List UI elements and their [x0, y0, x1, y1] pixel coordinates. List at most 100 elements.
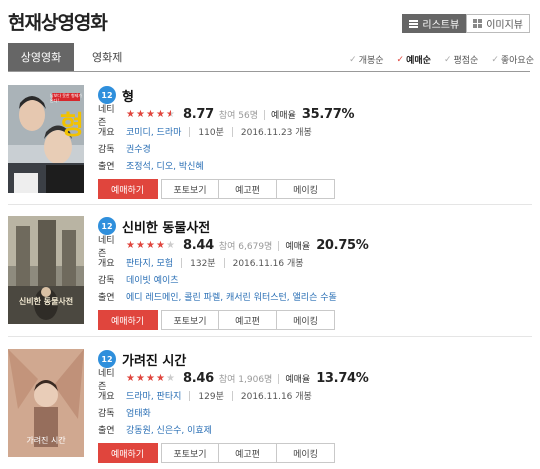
rating-label: 네티즌 [98, 235, 115, 259]
making-button[interactable]: 메이킹 [277, 179, 335, 199]
genre-link[interactable]: 판타지, 모험 [126, 256, 173, 269]
grid-icon [473, 19, 483, 28]
director-link[interactable]: 권수경 [126, 142, 151, 155]
cast-label: 출연 [98, 293, 115, 303]
booking-rate: 20.75% [316, 238, 369, 253]
rating-label: 네티즌 [98, 104, 115, 128]
movie-title[interactable]: 가려진 시간 [122, 350, 186, 369]
check-icon: ✓ [349, 54, 357, 65]
runtime: 129분 [198, 392, 224, 402]
view-toggle: 리스트뷰 이미지뷰 [402, 14, 530, 33]
tab-festival[interactable]: 영화제 [92, 43, 122, 71]
genre-link[interactable]: 드라마, 판타지 [126, 389, 181, 402]
cast-link[interactable]: 에디 레드메인, 콜린 파렐, 캐서린 워터스턴, 앨리슨 수돌 [126, 290, 337, 303]
poster-title: 신비한 동물사전 [18, 297, 74, 306]
page-title: 현재상영영화 [8, 12, 108, 34]
director-label: 감독 [98, 409, 115, 419]
check-icon: ✓ [443, 54, 452, 65]
booking-label: 예매율 [285, 375, 311, 385]
sort-booking-button[interactable]: ✓ 예매순 [396, 53, 431, 67]
image-view-button[interactable]: 이미지뷰 [466, 14, 530, 33]
star-half-icon: ★ [166, 108, 175, 120]
poster-title: 형 [60, 111, 84, 141]
book-button[interactable]: 예매하기 [98, 443, 158, 463]
sort-label: 좋아요순 [500, 56, 534, 66]
trailer-button[interactable]: 예고편 [219, 179, 277, 199]
release-date: 2016.11.16 개봉 [232, 259, 304, 269]
genre-link[interactable]: 코미디, 드라마 [126, 125, 181, 138]
star-icon: ★ [136, 239, 145, 251]
rating-label: 네티즌 [98, 368, 115, 392]
cast-label: 출연 [98, 162, 115, 172]
star-icon: ★ [126, 108, 135, 120]
sort-label: 예매순 [406, 56, 431, 66]
star-empty-icon: ★ [166, 239, 175, 251]
movie-info: 12 가려진 시간 네티즌 ★ ★ ★ ★ ★ 8.46 참여 1,906명 예매율 1… [98, 349, 528, 463]
making-button[interactable]: 메이킹 [277, 310, 335, 330]
book-button[interactable]: 예매하기 [98, 310, 158, 330]
movie-info: 12 신비한 동물사전 네티즌 ★ ★ ★ ★ ★ 8.44 참여 6,679명 예매율… [98, 216, 528, 330]
star-empty-icon: ★ [166, 372, 175, 384]
netizen-score: 8.44 [183, 238, 214, 253]
cast-label: 출연 [98, 426, 115, 436]
vote-count: 참여 56명 [218, 111, 259, 121]
director-label: 감독 [98, 276, 115, 286]
star-icon: ★ [146, 239, 155, 251]
movie-title[interactable]: 신비한 동물사전 [122, 217, 210, 236]
photo-button[interactable]: 포토보기 [161, 443, 219, 463]
movie-poster[interactable]: 남보다 못한 형제가 온다! 형 [8, 85, 84, 193]
director-link[interactable]: 데이빗 예이츠 [126, 273, 179, 286]
star-icon: ★ [156, 239, 165, 251]
photo-button[interactable]: 포토보기 [161, 310, 219, 330]
star-icon: ★ [136, 108, 145, 120]
trailer-button[interactable]: 예고편 [219, 443, 277, 463]
poster-tagline: 남보다 못한 형제가 온다! [50, 93, 82, 103]
list-view-label: 리스트뷰 [422, 20, 460, 31]
cast-link[interactable]: 조정석, 디오, 박신혜 [126, 159, 204, 172]
star-icon: ★ [156, 372, 165, 384]
runtime: 132분 [190, 259, 216, 269]
director-link[interactable]: 엄태화 [126, 406, 151, 419]
star-icon: ★ [126, 372, 135, 384]
star-rating: ★ ★ ★ ★ ★ [126, 372, 176, 384]
tab-now-showing[interactable]: 상영영화 [8, 43, 74, 71]
netizen-score: 8.77 [183, 107, 214, 122]
movie-poster[interactable]: 가려진 시간 [8, 349, 84, 457]
star-rating: ★ ★ ★ ★ ★ [126, 108, 176, 120]
trailer-button[interactable]: 예고편 [219, 310, 277, 330]
director-label: 감독 [98, 145, 115, 155]
booking-rate: 13.74% [316, 371, 369, 386]
release-date: 2016.11.23 개봉 [240, 128, 312, 138]
book-button[interactable]: 예매하기 [98, 179, 158, 199]
sort-label: 개봉순 [358, 56, 384, 66]
overview-label: 개요 [98, 128, 115, 138]
movie-title[interactable]: 형 [122, 86, 134, 105]
photo-button[interactable]: 포토보기 [161, 179, 219, 199]
release-date: 2016.11.16 개봉 [240, 392, 312, 402]
movie-info: 12 형 네티즌 ★ ★ ★ ★ ★ 8.77 참여 56명 예매율 35.77% 개요… [98, 85, 528, 199]
poster-title: 가려진 시간 [26, 436, 66, 445]
list-icon [409, 19, 419, 28]
movie-poster[interactable]: 신비한 동물사전 [8, 216, 84, 324]
star-icon: ★ [126, 239, 135, 251]
check-icon: ✓ [491, 54, 499, 65]
star-icon: ★ [146, 108, 155, 120]
overview-label: 개요 [98, 392, 115, 402]
making-button[interactable]: 메이킹 [277, 443, 335, 463]
star-icon: ★ [136, 372, 145, 384]
booking-label: 예매율 [271, 111, 296, 121]
star-icon: ★ [146, 372, 155, 384]
cast-link[interactable]: 강동원, 신은수, 이효제 [126, 423, 212, 436]
image-view-label: 이미지뷰 [486, 20, 523, 31]
vote-count: 참여 6,679명 [218, 242, 273, 252]
sort-rating-button[interactable]: ✓ 평점순 [443, 53, 478, 67]
sort-release-button[interactable]: ✓ 개봉순 [349, 53, 384, 67]
booking-label: 예매율 [285, 242, 311, 252]
netizen-score: 8.46 [183, 371, 214, 386]
sort-options: ✓ 개봉순 ✓ 예매순 ✓ 평점순 ✓ 좋아요순 [349, 53, 534, 67]
vote-count: 참여 1,906명 [218, 375, 273, 385]
sort-likes-button[interactable]: ✓ 좋아요순 [491, 53, 534, 67]
list-view-button[interactable]: 리스트뷰 [402, 14, 467, 33]
check-icon: ✓ [396, 54, 405, 65]
booking-rate: 35.77% [301, 107, 355, 122]
